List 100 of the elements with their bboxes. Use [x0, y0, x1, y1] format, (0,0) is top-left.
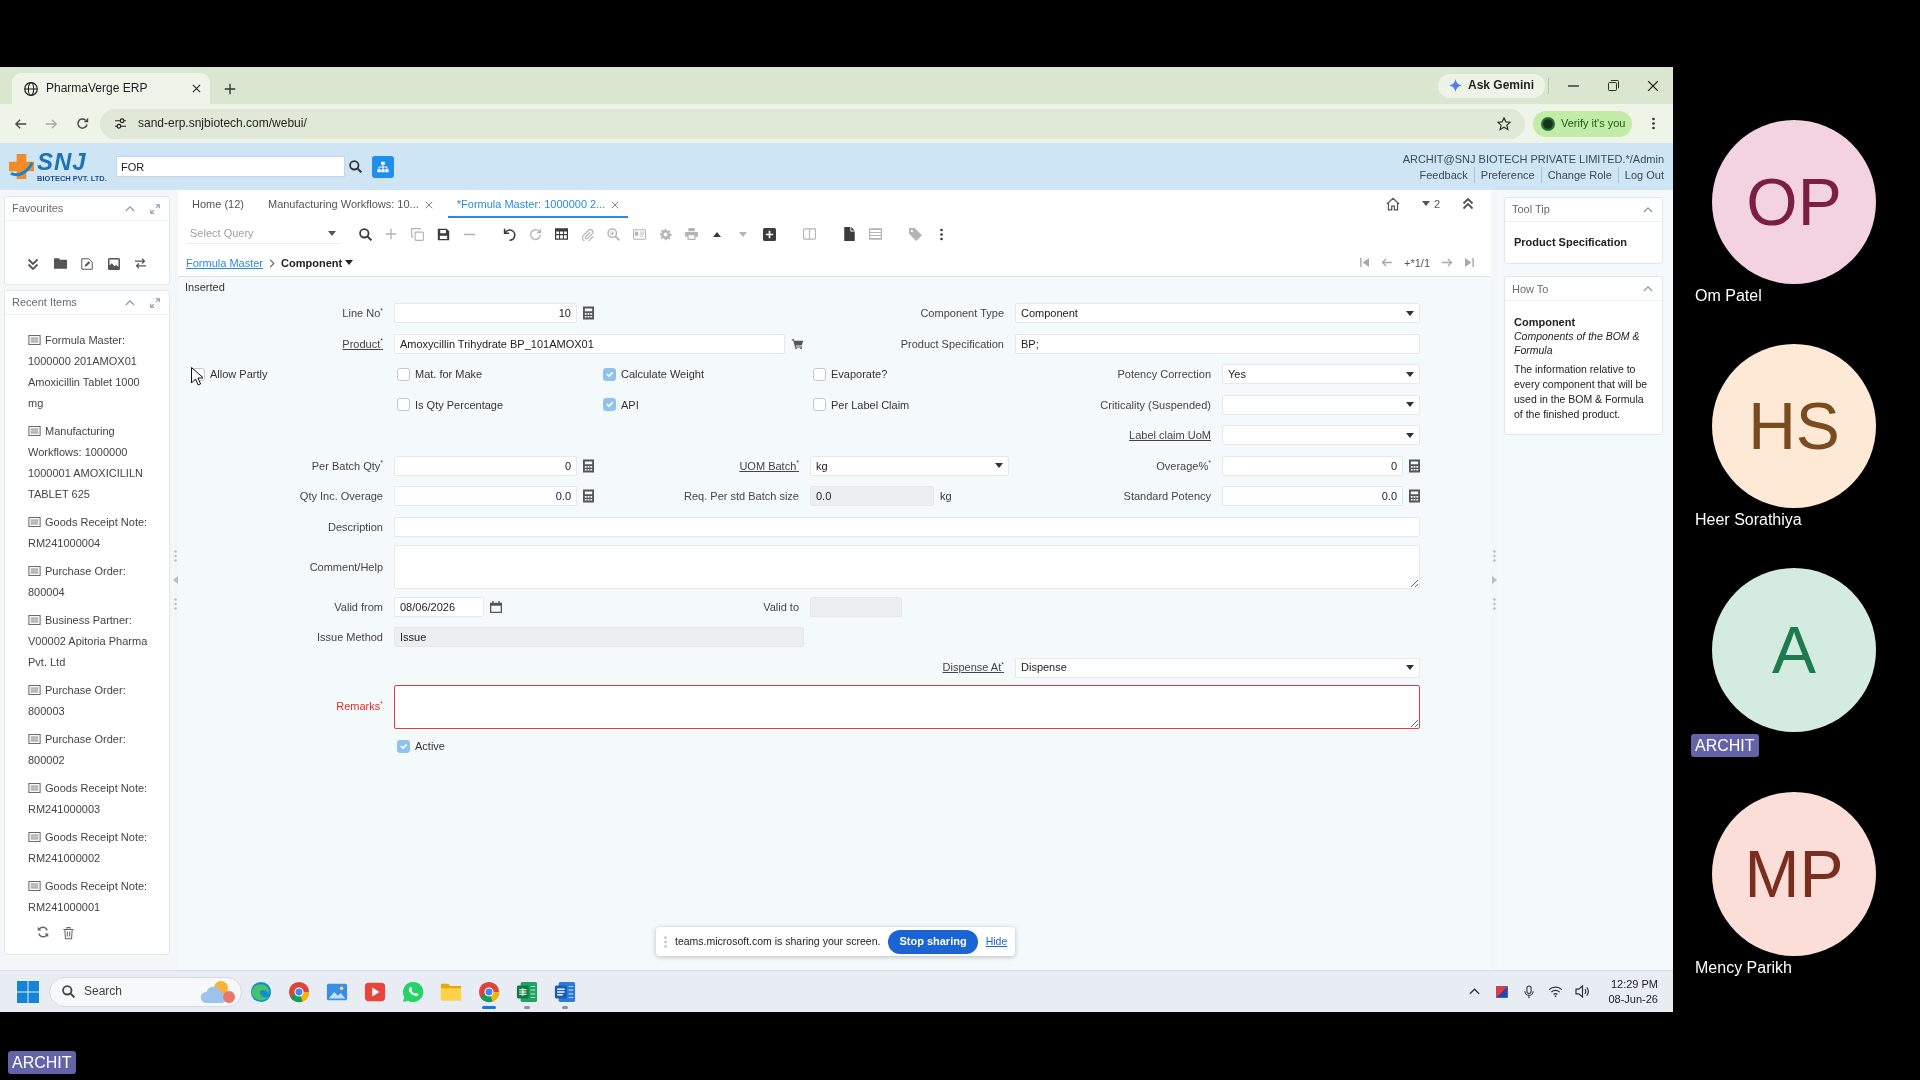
folder-icon[interactable] — [53, 258, 67, 269]
dropdown-field[interactable]: kg — [810, 455, 1009, 476]
save-icon[interactable] — [436, 227, 450, 241]
double-chevron-up-icon[interactable] — [1462, 198, 1474, 210]
search-icon[interactable] — [349, 160, 362, 173]
chevron-up-icon[interactable] — [1469, 988, 1481, 995]
grip-icon[interactable] — [1492, 550, 1496, 562]
recent-item-link[interactable]: Purchase Order: 800003 — [28, 680, 158, 722]
dropdown-field[interactable]: Dispense — [1015, 657, 1420, 678]
undo-icon[interactable] — [502, 227, 516, 241]
recent-item-link[interactable]: Purchase Order: 800002 — [28, 729, 158, 771]
document-tile-icon[interactable] — [554, 980, 576, 1003]
dropdown-field[interactable]: Component — [1015, 303, 1420, 324]
back-arrow-icon[interactable] — [14, 118, 27, 129]
stop-sharing-button[interactable]: Stop sharing — [888, 929, 978, 954]
recent-item-link[interactable]: Goods Receipt Note: RM241000004 — [28, 512, 158, 554]
note-icon[interactable] — [81, 258, 93, 270]
close-icon[interactable] — [1647, 79, 1659, 92]
expand-icon[interactable] — [150, 297, 160, 308]
field-label[interactable]: UOM Batch$^{*}$ — [739, 458, 799, 473]
forward-arrow-icon[interactable] — [45, 118, 58, 129]
ask-gemini-button[interactable]: Ask Gemini — [1437, 73, 1545, 98]
chat-bubble-icon[interactable] — [402, 980, 424, 1003]
field-label[interactable]: Product$^{*}$ — [342, 336, 383, 351]
microphone-icon[interactable] — [1523, 984, 1534, 999]
header-link[interactable]: Preference — [1473, 166, 1541, 183]
text-field[interactable] — [394, 516, 1420, 537]
copy-icon[interactable] — [410, 227, 424, 241]
recent-item-link[interactable]: Manufacturing Workflows: 1000000 1000001 AMOXICILILN TABLET 625 — [28, 421, 158, 505]
number-field[interactable]: 10 — [394, 303, 577, 324]
checkbox[interactable] — [603, 398, 616, 412]
caret-up-icon[interactable] — [713, 231, 721, 237]
first-record-icon[interactable] — [1360, 258, 1369, 268]
calendar-icon[interactable] — [490, 601, 502, 613]
calculator-icon[interactable] — [583, 306, 594, 321]
last-record-icon[interactable] — [1465, 258, 1474, 268]
field-label[interactable]: Dispense At$^{*}$ — [942, 660, 1004, 675]
site-settings-icon[interactable] — [114, 118, 127, 129]
grip-icon[interactable] — [173, 550, 177, 562]
breadcrumb-link[interactable]: Formula Master — [186, 255, 264, 271]
play-tile-icon[interactable] — [364, 980, 386, 1003]
tricolor-circle-icon[interactable] — [288, 980, 310, 1003]
field-label[interactable]: Label claim UoM — [1129, 428, 1211, 443]
id-card-icon[interactable] — [632, 228, 646, 240]
columns-icon[interactable] — [802, 228, 816, 240]
recent-item-link[interactable]: Goods Receipt Note: RM241000001 — [28, 876, 158, 918]
checkbox[interactable] — [603, 367, 616, 381]
home-icon[interactable] — [1385, 197, 1400, 211]
checkbox[interactable] — [813, 367, 826, 381]
grid-icon[interactable] — [554, 228, 568, 240]
window-tab[interactable]: Home (12) — [183, 190, 253, 218]
search-field[interactable]: FOR — [116, 156, 345, 177]
start-icon[interactable] — [16, 979, 40, 1004]
plus-icon[interactable] — [385, 228, 397, 240]
spreadsheet-tile-icon[interactable] — [516, 980, 538, 1003]
menu-icon[interactable] — [1652, 117, 1655, 130]
cart-icon[interactable] — [791, 338, 804, 349]
recent-item-link[interactable]: Purchase Order: 800004 — [28, 561, 158, 603]
sitemap-button[interactable] — [372, 155, 394, 178]
read-only-field[interactable]: Issue — [394, 627, 804, 647]
gear-icon[interactable] — [658, 227, 672, 241]
dropdown-field[interactable] — [1222, 425, 1420, 446]
number-field[interactable]: 0 — [1222, 455, 1403, 476]
lookup-field[interactable]: Amoxycillin Trihydrate BP_101AMOX01 — [394, 333, 785, 354]
zoom-in-icon[interactable] — [606, 227, 620, 241]
window-tab[interactable]: *Formula Master: 1000000 2... — [447, 190, 629, 218]
grip-icon[interactable] — [664, 935, 667, 948]
notice-count-button[interactable]: 2 — [1421, 196, 1440, 212]
tag-icon[interactable] — [908, 227, 922, 241]
speaker-icon[interactable] — [1575, 985, 1591, 998]
header-link[interactable]: Log Out — [1617, 166, 1664, 183]
trash-icon[interactable] — [63, 926, 74, 940]
window-tab[interactable]: Manufacturing Workflows: 10... — [258, 190, 442, 218]
dropdown-field[interactable]: Yes — [1222, 364, 1420, 385]
number-field[interactable]: 0.0 — [1222, 486, 1403, 507]
header-link[interactable]: Change Role — [1540, 166, 1618, 183]
number-field[interactable]: 0.0 — [394, 486, 577, 507]
search-icon[interactable] — [358, 227, 372, 241]
caret-down-icon[interactable] — [739, 231, 747, 237]
breadcrumb-current-button[interactable]: Component — [281, 255, 354, 271]
printer-icon[interactable] — [684, 228, 698, 240]
menu-icon[interactable] — [939, 227, 943, 241]
browser-tab[interactable]: PharmaVerge ERP — [12, 73, 210, 104]
recent-item-link[interactable]: Goods Receipt Note: RM241000002 — [28, 827, 158, 869]
minimize-icon[interactable] — [1567, 84, 1579, 87]
restore-icon[interactable] — [1607, 80, 1619, 91]
recent-item-link[interactable]: Business Partner: V00002 Apitoria Pharma Pvt. Ltd — [28, 610, 158, 673]
read-only-field[interactable]: 0.0 — [810, 486, 934, 507]
wifi-icon[interactable] — [1548, 986, 1564, 997]
number-field[interactable]: 0 — [394, 455, 577, 476]
grip-icon[interactable] — [1492, 598, 1496, 610]
file-icon[interactable] — [843, 227, 855, 241]
calculator-icon[interactable] — [583, 489, 594, 504]
next-arrow-icon[interactable] — [1442, 258, 1453, 268]
double-chevron-down-icon[interactable] — [27, 258, 39, 270]
checkbox[interactable] — [813, 398, 826, 412]
verify-button[interactable]: Verify it's you — [1533, 110, 1632, 137]
recent-item-link[interactable]: Formula Master: 1000000 201AMOX01 Amoxicillin Tablet 1000 mg — [28, 330, 158, 414]
expand-icon[interactable] — [150, 203, 160, 214]
header-link[interactable]: Feedback — [1413, 166, 1474, 183]
